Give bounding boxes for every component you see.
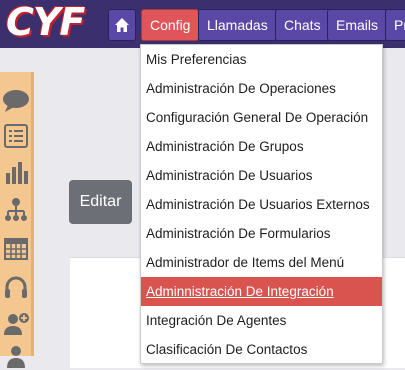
tab-pr[interactable]: Pr bbox=[385, 9, 405, 41]
tab-config[interactable]: Config bbox=[141, 9, 200, 41]
headset-icon[interactable] bbox=[2, 273, 30, 301]
menu-item-config-general[interactable]: Configuración General De Operación bbox=[141, 103, 382, 132]
menu-item-admin-integracion[interactable]: Adminnistración De Integración bbox=[141, 277, 382, 306]
org-chart-icon[interactable] bbox=[2, 196, 30, 224]
chat-bubble-icon[interactable] bbox=[2, 86, 30, 114]
menu-item-admin-operaciones[interactable]: Administración De Operaciones bbox=[141, 74, 382, 103]
menu-item-mis-preferencias[interactable]: Mis Preferencias bbox=[141, 45, 382, 74]
user-icon[interactable] bbox=[2, 342, 30, 370]
edit-button[interactable]: Editar bbox=[69, 180, 132, 224]
tab-llamadas[interactable]: Llamadas bbox=[198, 9, 277, 41]
list-icon[interactable] bbox=[2, 122, 30, 150]
menu-item-admin-items-menu[interactable]: Administrador de Items del Menú bbox=[141, 248, 382, 277]
left-sidebar bbox=[0, 72, 34, 368]
home-icon bbox=[115, 18, 129, 32]
user-add-icon[interactable] bbox=[2, 310, 30, 338]
menu-item-clasificacion-contactos[interactable]: Clasificación De Contactos bbox=[141, 335, 382, 364]
home-button[interactable] bbox=[108, 9, 136, 41]
tab-emails[interactable]: Emails bbox=[327, 9, 388, 41]
tab-chats[interactable]: Chats bbox=[275, 9, 330, 41]
config-dropdown-menu: Mis Preferencias Administración De Opera… bbox=[140, 44, 383, 364]
menu-item-admin-usuarios[interactable]: Administración De Usuarios bbox=[141, 161, 382, 190]
menu-item-admin-formularios[interactable]: Administración De Formularios bbox=[141, 219, 382, 248]
menu-item-admin-usuarios-externos[interactable]: Administración De Usuarios Externos bbox=[141, 190, 382, 219]
bar-chart-icon[interactable] bbox=[2, 159, 30, 187]
top-bar: CYF Config Llamadas Chats Emails Pr bbox=[0, 0, 405, 48]
cyf-logo[interactable]: CYF bbox=[6, 2, 102, 42]
menu-item-integracion-agentes[interactable]: Integración De Agentes bbox=[141, 306, 382, 335]
calendar-icon[interactable] bbox=[2, 234, 30, 262]
menu-item-admin-grupos[interactable]: Administración De Grupos bbox=[141, 132, 382, 161]
